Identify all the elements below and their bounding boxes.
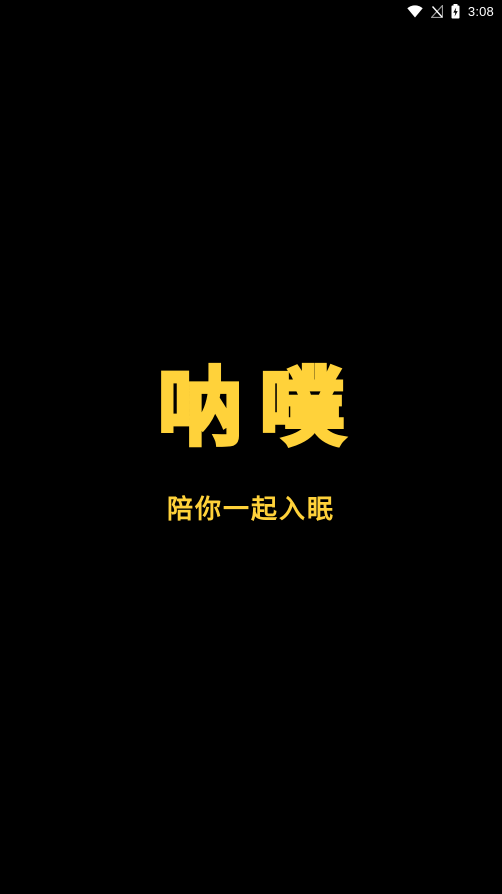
status-bar: 3:08 [0, 0, 502, 22]
wifi-icon [407, 4, 423, 18]
battery-charging-icon [451, 3, 460, 19]
app-logo: 呐噗 [156, 357, 362, 459]
app-tagline: 陪你一起入眠 [166, 495, 335, 525]
status-clock: 3:08 [467, 3, 494, 19]
no-signal-icon [430, 4, 443, 18]
